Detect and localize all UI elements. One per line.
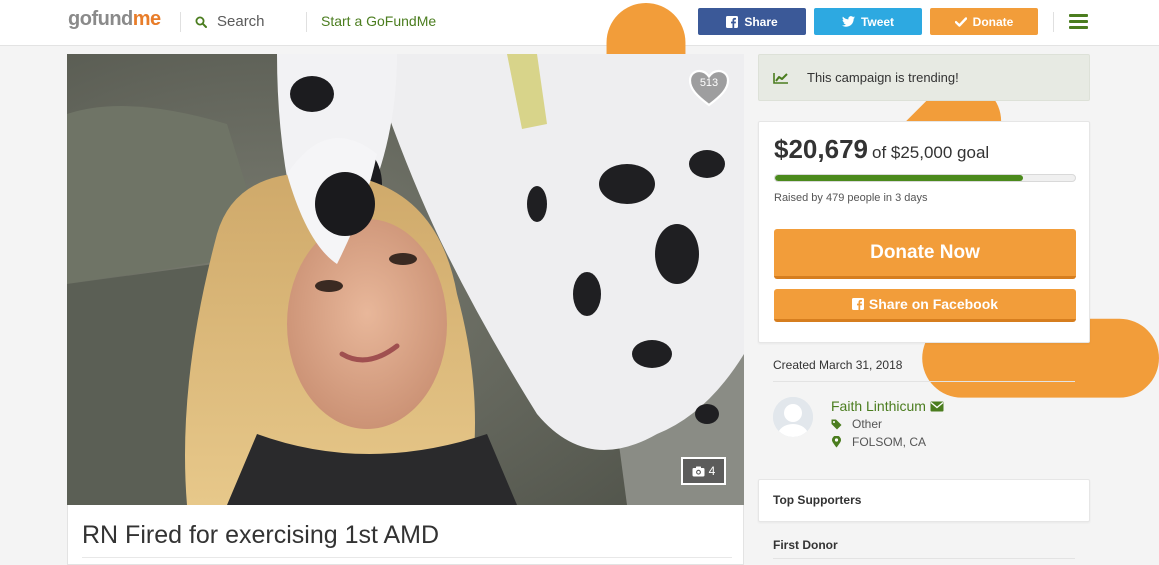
start-gofundme-link[interactable]: Start a GoFundMe	[321, 13, 436, 29]
map-marker-icon	[832, 436, 841, 448]
trending-icon	[773, 72, 788, 84]
trending-text: This campaign is trending!	[807, 70, 959, 85]
menu-icon[interactable]	[1069, 14, 1088, 29]
organizer-location-label: FOLSOM, CA	[852, 435, 927, 449]
facebook-share-button[interactable]: Share	[698, 8, 806, 35]
organizer-category-label: Other	[852, 417, 883, 431]
twitter-tweet-label: Tweet	[860, 14, 895, 29]
header-donate-button[interactable]: Donate	[930, 8, 1038, 35]
organizer-name: Faith Linthicum	[831, 398, 926, 414]
envelope-icon[interactable]	[930, 401, 944, 412]
raised-by-text: Raised by 479 people in 3 days	[774, 192, 928, 204]
top-header: gofundme Search Start a GoFundMe Share T…	[0, 0, 1159, 398]
search-button[interactable]: Search	[195, 13, 265, 30]
photo-gallery-button[interactable]: 4	[681, 457, 726, 485]
donation-progress-card: $20,679 of $25,000 goal Raised by 479 pe…	[758, 121, 1090, 343]
camera-icon	[692, 466, 705, 476]
organizer-location: FOLSOM, CA	[831, 435, 926, 449]
campaign-title: RN Fired for exercising 1st AMD	[82, 521, 440, 549]
facebook-icon	[726, 15, 739, 28]
trending-banner: This campaign is trending!	[758, 54, 1090, 101]
raised-amount: $20,679	[774, 134, 868, 164]
title-divider	[82, 557, 732, 558]
heart-count: 513	[699, 77, 719, 89]
tag-icon	[831, 419, 842, 429]
goal-text: of $25,000 goal	[871, 143, 990, 162]
campaign-photo[interactable]	[67, 54, 744, 505]
facebook-icon	[851, 298, 864, 310]
progress-bar	[774, 174, 1076, 182]
created-date: Created March 31, 2018	[773, 358, 903, 372]
header-divider	[306, 12, 307, 32]
search-label: Search	[217, 13, 265, 30]
header-donate-label: Donate	[972, 14, 1014, 29]
photo-count-label: 4	[708, 464, 716, 478]
search-icon	[195, 16, 207, 28]
avatar[interactable]	[773, 397, 813, 437]
twitter-tweet-button[interactable]: Tweet	[814, 8, 922, 35]
twitter-icon	[841, 16, 855, 27]
top-supporters-title: Top Supporters	[773, 493, 862, 507]
raised-summary: $20,679 of $25,000 goal	[774, 134, 989, 165]
first-donor-divider	[773, 558, 1075, 559]
organizer-category: Other	[831, 417, 882, 431]
progress-bar-fill	[775, 175, 1024, 181]
campaign-photo-illustration	[67, 54, 744, 505]
check-icon	[954, 16, 967, 27]
created-divider	[773, 381, 1075, 382]
organizer-name-link[interactable]: Faith Linthicum	[831, 398, 944, 414]
donate-now-button[interactable]: Donate Now	[774, 229, 1076, 279]
share-on-facebook-button[interactable]: Share on Facebook	[774, 289, 1076, 322]
share-on-facebook-label: Share on Facebook	[868, 296, 999, 312]
facebook-share-label: Share	[744, 14, 778, 29]
header-divider	[180, 12, 181, 32]
top-supporters-card: Top Supporters	[758, 479, 1090, 522]
campaign-title-card: RN Fired for exercising 1st AMD	[67, 505, 744, 565]
avatar-placeholder-icon	[773, 397, 813, 437]
first-donor-title: First Donor	[773, 538, 838, 552]
header-divider	[1053, 12, 1054, 32]
